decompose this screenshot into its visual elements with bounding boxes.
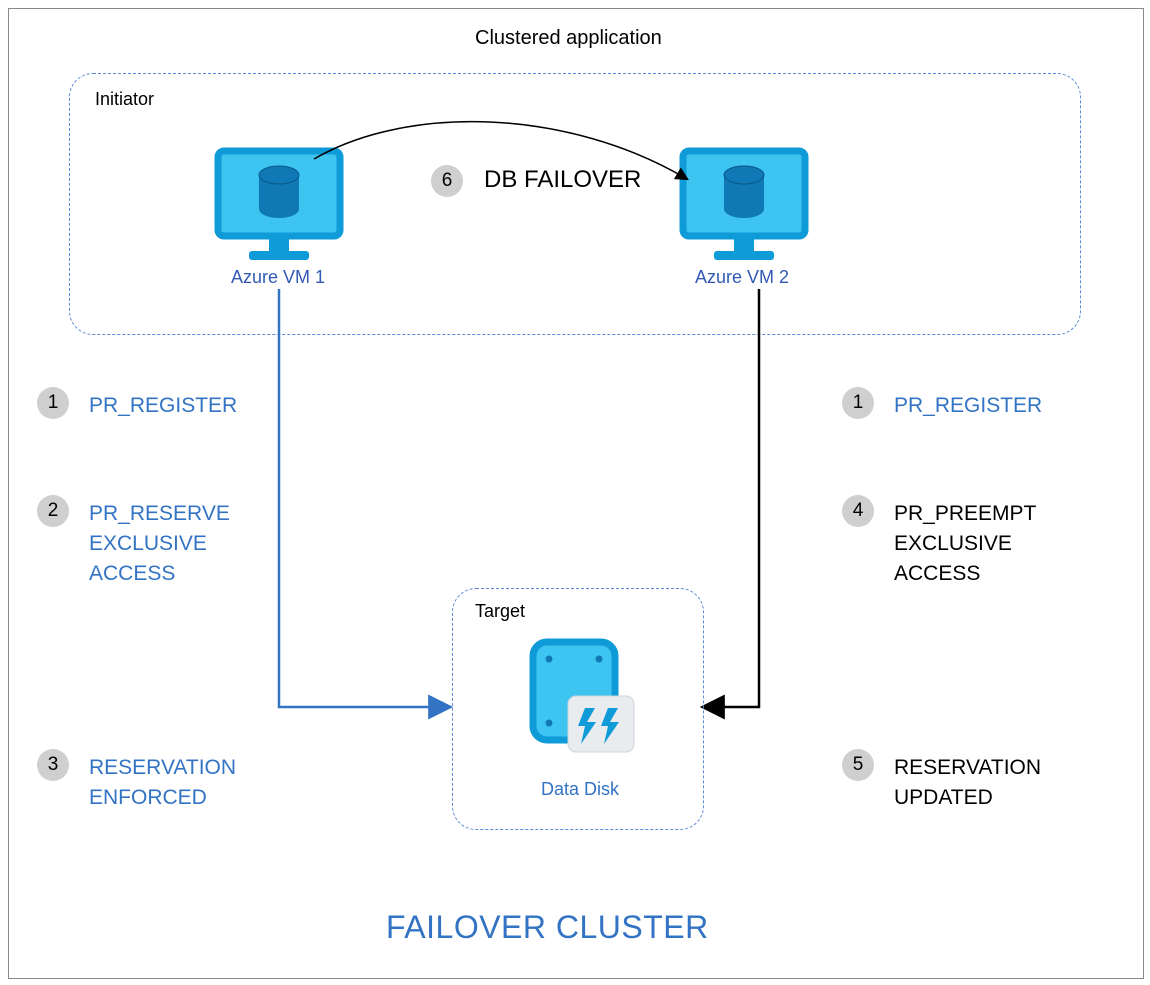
right-step-badge-5: 5 (842, 749, 874, 781)
target-label: Target (475, 601, 525, 622)
right-step-text-5: RESERVATION UPDATED (894, 753, 1041, 813)
left-step-text-1: PR_REGISTER (89, 391, 237, 421)
right-step-badge-4: 4 (842, 495, 874, 527)
left-step-text-3: RESERVATION ENFORCED (89, 753, 236, 813)
connector-lines (9, 9, 1143, 978)
right-step-badge-1: 1 (842, 387, 874, 419)
data-disk-icon (523, 636, 643, 766)
left-step-badge-3: 3 (37, 749, 69, 781)
data-disk-label: Data Disk (541, 779, 619, 800)
left-step-badge-2: 2 (37, 495, 69, 527)
right-step-text-1: PR_REGISTER (894, 391, 1042, 421)
left-step-text-2: PR_RESERVE EXCLUSIVE ACCESS (89, 499, 230, 589)
footer-title: FAILOVER CLUSTER (386, 909, 709, 946)
diagram-frame: Clustered application Initiator Azure VM… (8, 8, 1144, 979)
right-step-text-4: PR_PREEMPT EXCLUSIVE ACCESS (894, 499, 1036, 589)
left-step-badge-1: 1 (37, 387, 69, 419)
